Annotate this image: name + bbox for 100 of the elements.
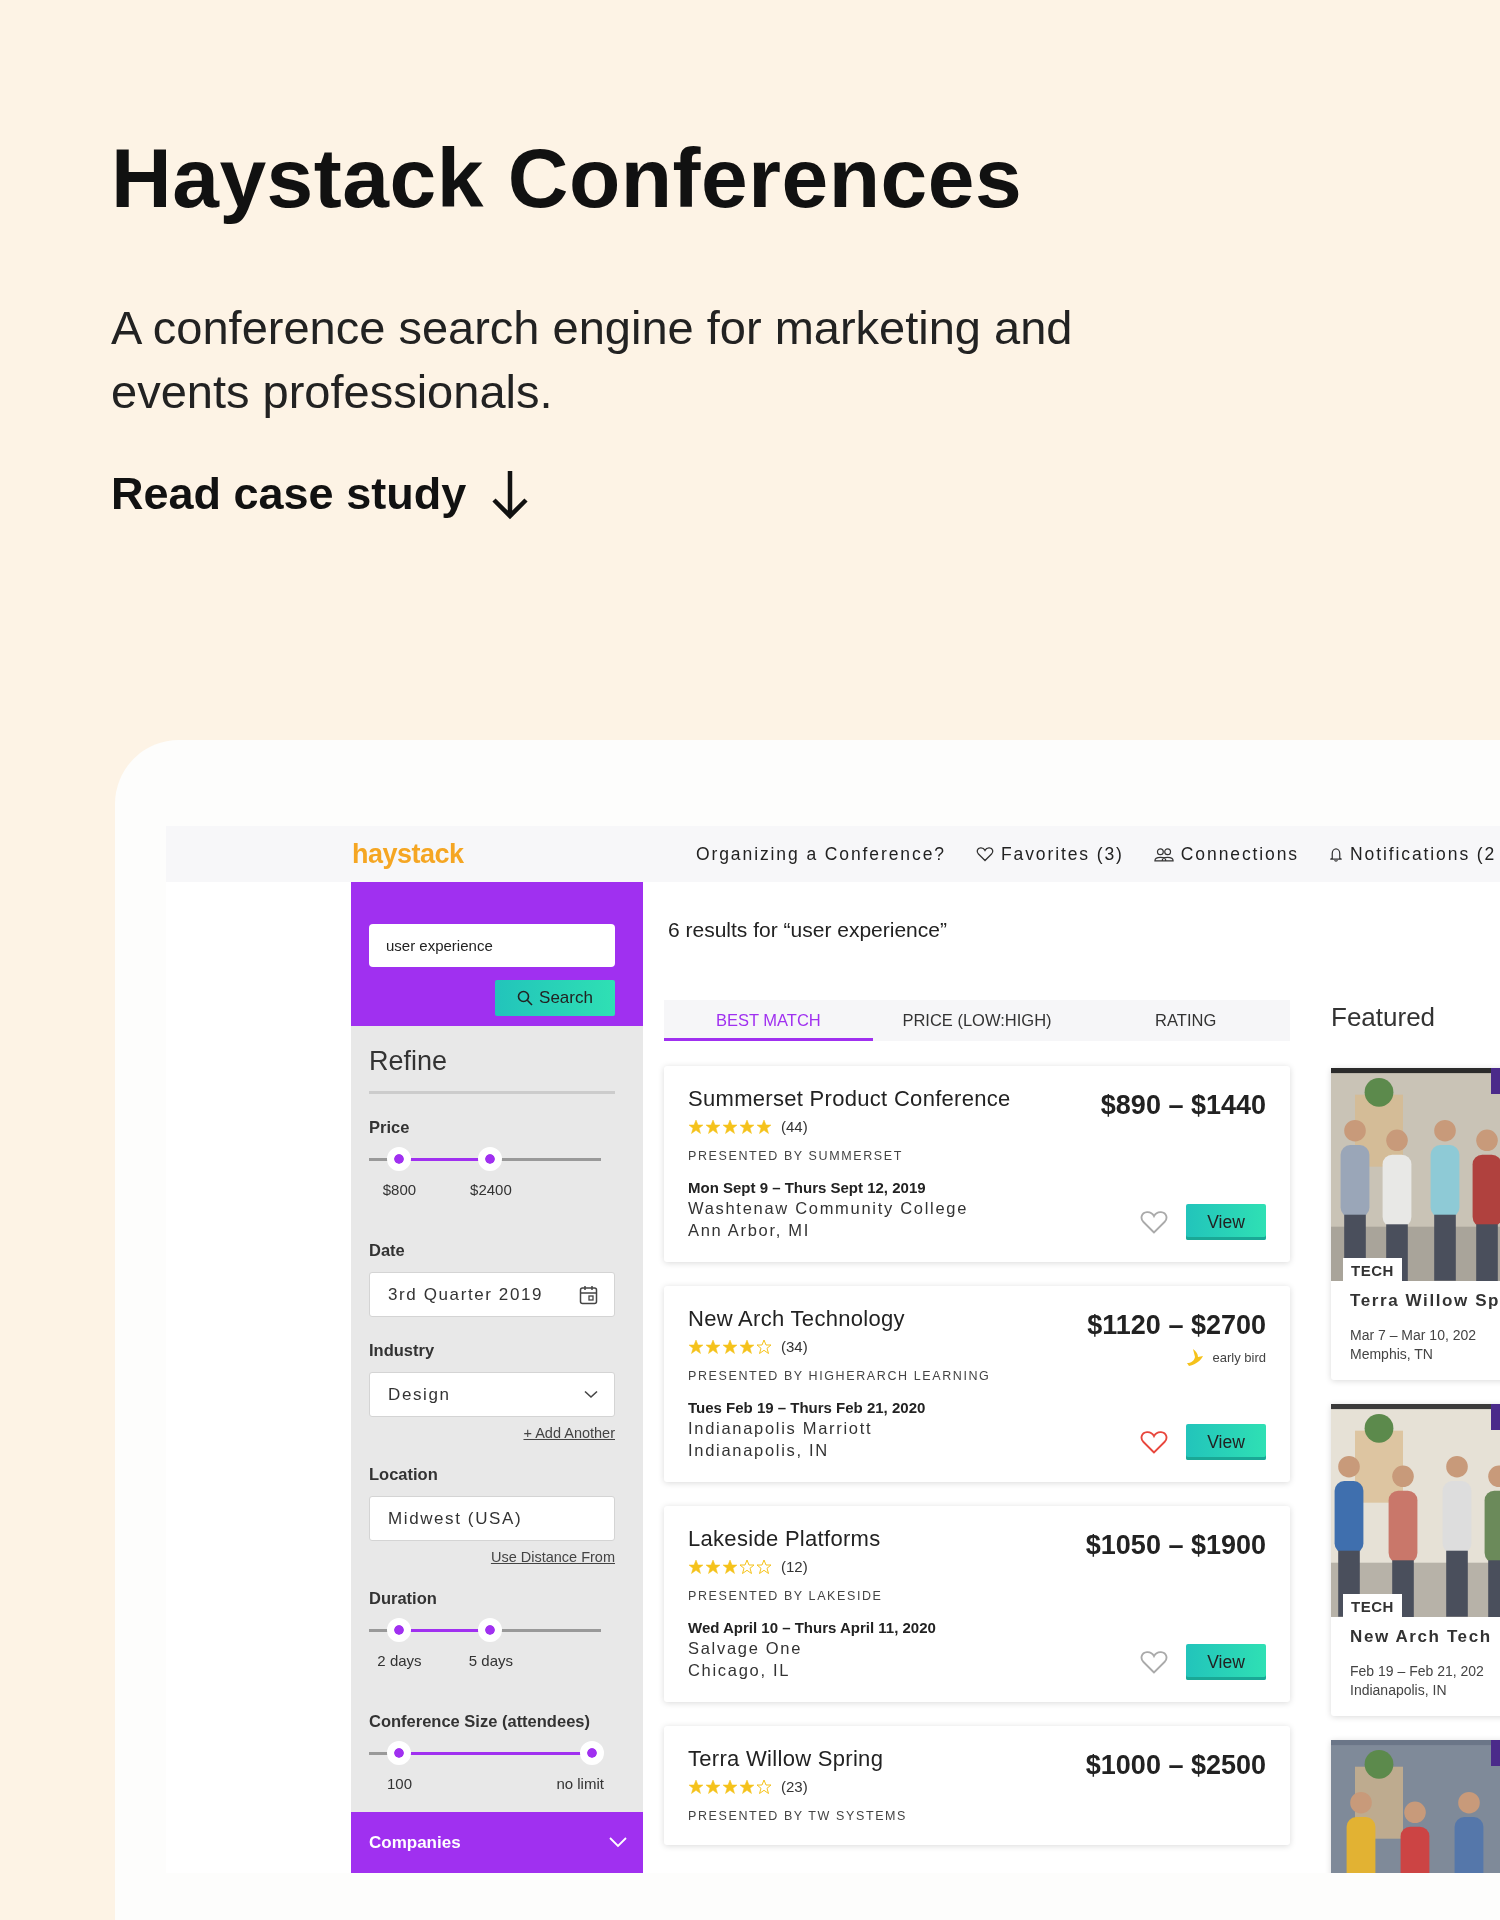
search-field[interactable]: user experience <box>369 924 615 967</box>
star-icon <box>688 1119 704 1134</box>
filter-label: Conference Size (attendees) <box>369 1712 591 1731</box>
slider-thumb[interactable] <box>477 1618 502 1642</box>
filter-label: Duration <box>369 1589 438 1608</box>
slider-thumb[interactable] <box>387 1147 412 1171</box>
date-field[interactable]: 3rd Quarter 2019 <box>369 1272 615 1317</box>
conference-title[interactable]: New Arch Technology <box>688 1306 991 1332</box>
sort-tab[interactable]: BEST MATCH <box>664 1000 873 1041</box>
filter-label: Industry <box>369 1341 436 1360</box>
view-button[interactable]: View <box>1186 1644 1266 1680</box>
review-count: (12) <box>781 1558 808 1575</box>
filter-link[interactable]: Use Distance From <box>369 1549 615 1565</box>
star-icon <box>705 1779 721 1794</box>
featured-dates: Feb 19 – Feb 21, 202 <box>1350 1663 1485 1679</box>
star-icon <box>688 1339 704 1354</box>
featured-dates: Mar 7 – Mar 10, 202 <box>1350 1327 1478 1343</box>
filter-link[interactable]: + Add Another <box>369 1425 615 1441</box>
view-button[interactable]: View <box>1186 1424 1266 1460</box>
featured-card[interactable]: TECH New Arch Tech Feb 19 – Feb 21, 202 Indianapolis, IN <box>1331 1404 1500 1716</box>
presenter-text: PRESENTED BY HIGHERARCH LEARNING <box>688 1369 991 1383</box>
star-icon <box>722 1779 738 1794</box>
venue-name: Salvage One <box>688 1639 804 1658</box>
star-icon <box>739 1779 755 1794</box>
early-bird-label: early bird <box>1212 1349 1266 1365</box>
range-value: no limit <box>556 1775 604 1792</box>
range-value: $2400 <box>470 1181 512 1198</box>
star-icon <box>705 1339 721 1354</box>
sort-tab[interactable]: PRICE (LOW:HIGH) <box>872 1000 1082 1041</box>
nav-link[interactable]: Favorites (3) <box>975 843 1124 865</box>
corner-tag <box>1491 1068 1500 1094</box>
venue-city: Ann Arbor, MI <box>688 1221 812 1240</box>
location-field[interactable]: Midwest (USA) <box>369 1496 615 1541</box>
date-range: Wed April 10 – Thurs April 11, 2020 <box>688 1619 936 1636</box>
view-button[interactable]: View <box>1186 1204 1266 1240</box>
corner-tag <box>1491 1740 1500 1766</box>
featured-city: Indianapolis, IN <box>1350 1682 1448 1698</box>
nav-link[interactable]: Notifications (2 <box>1329 843 1497 865</box>
presenter-text: PRESENTED BY SUMMERSET <box>688 1149 904 1163</box>
venue-city: Chicago, IL <box>688 1661 792 1680</box>
presenter-text: PRESENTED BY LAKESIDE <box>688 1589 884 1603</box>
corner-tag <box>1491 1404 1500 1430</box>
venue-name: Washtenaw Community College <box>688 1199 970 1218</box>
star-icon <box>756 1779 772 1794</box>
bell-icon <box>1329 846 1343 862</box>
nav-link[interactable]: Organizing a Conference? <box>696 843 946 865</box>
star-icon <box>722 1339 738 1354</box>
conference-title[interactable]: Terra Willow Spring <box>688 1746 907 1772</box>
star-icon <box>688 1779 704 1794</box>
price-range: $1000 – $2500 <box>1085 1750 1266 1781</box>
conference-title[interactable]: Lakeside Platforms <box>688 1526 936 1552</box>
star-icon <box>705 1119 721 1134</box>
price-range: $1120 – $2700 <box>1087 1310 1266 1341</box>
heart-icon[interactable] <box>975 846 994 862</box>
people-icon <box>1153 846 1174 862</box>
chevron-down-icon <box>584 1390 598 1399</box>
range-value: 5 days <box>468 1652 513 1669</box>
category-tag: TECH <box>1343 1594 1402 1617</box>
results-heading: 6 results for “user experience” <box>667 917 948 943</box>
refine-heading: Refine <box>369 1046 615 1094</box>
date-range: Mon Sept 9 – Thurs Sept 12, 2019 <box>688 1179 927 1196</box>
review-count: (44) <box>781 1118 808 1135</box>
range-value: $800 <box>382 1181 417 1198</box>
search-icon <box>517 990 534 1006</box>
featured-card[interactable]: TECH Terra Willow Sp Mar 7 – Mar 10, 202 Memphis, TN <box>1331 1068 1500 1380</box>
filter-label: Location <box>369 1465 439 1484</box>
featured-title: New Arch Tech <box>1350 1627 1493 1647</box>
featured-city: Memphis, TN <box>1350 1346 1434 1362</box>
filter-label: Date <box>369 1241 406 1260</box>
range-value: 2 days <box>377 1652 422 1669</box>
slider-thumb[interactable] <box>387 1741 412 1765</box>
page-subtitle: A conference search engine for marketing and events professionals. <box>111 300 1074 420</box>
case-study-link[interactable]: Read case study <box>111 464 533 524</box>
venue-city: Indianapolis, IN <box>688 1441 830 1460</box>
calendar-icon <box>579 1284 598 1305</box>
star-icon <box>756 1559 772 1574</box>
star-icon <box>739 1119 755 1134</box>
featured-title: Terra Willow Sp <box>1350 1291 1500 1311</box>
slider-thumb[interactable] <box>579 1741 604 1765</box>
venue-name: Indianapolis Marriott <box>688 1419 874 1438</box>
search-button[interactable]: Search <box>495 980 615 1016</box>
nav-link[interactable]: Connections <box>1153 843 1299 865</box>
star-icon <box>722 1119 738 1134</box>
category-tag: TECH <box>1343 1258 1402 1281</box>
review-count: (34) <box>781 1338 808 1355</box>
companies-section[interactable]: Companies <box>351 1812 643 1873</box>
star-icon <box>722 1559 738 1574</box>
price-range: $890 – $1440 <box>1100 1090 1266 1121</box>
slider-thumb[interactable] <box>387 1618 412 1642</box>
review-count: (23) <box>781 1778 808 1795</box>
page-title: Haystack Conferences <box>111 130 1024 227</box>
conference-title[interactable]: Summerset Product Conference <box>688 1086 1011 1112</box>
sort-tab[interactable]: RATING <box>1081 1000 1290 1041</box>
presenter-text: PRESENTED BY TW SYSTEMS <box>688 1809 907 1823</box>
dropdown[interactable]: Design <box>369 1372 615 1417</box>
star-icon <box>739 1339 755 1354</box>
featured-heading: Featured <box>1331 1001 1437 1034</box>
star-icon <box>739 1559 755 1574</box>
slider-thumb[interactable] <box>477 1147 502 1171</box>
star-icon <box>705 1559 721 1574</box>
